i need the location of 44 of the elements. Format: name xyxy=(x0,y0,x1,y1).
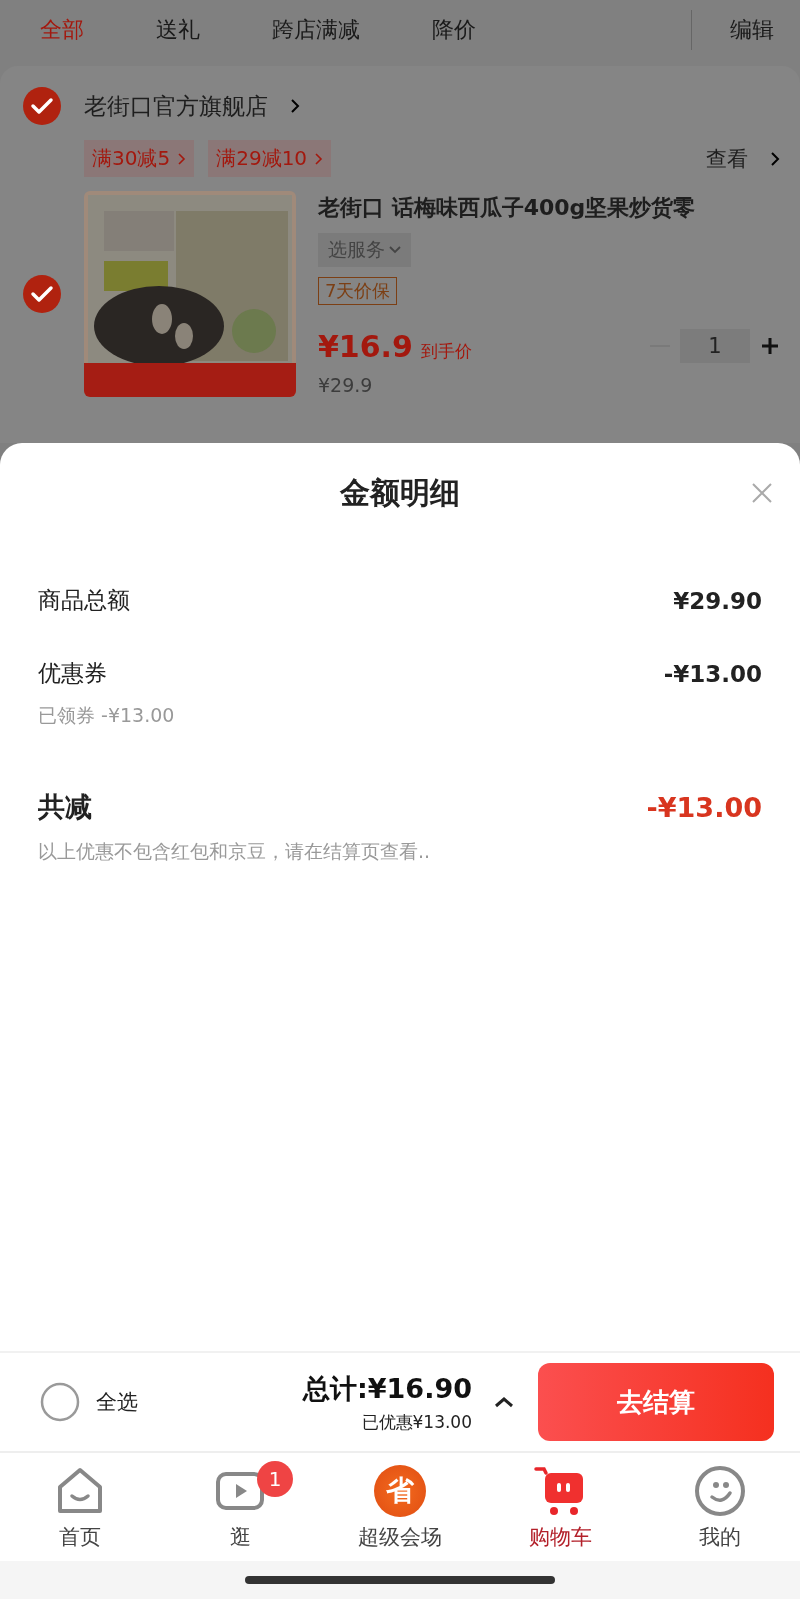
nav-tab[interactable]: 我的 xyxy=(640,1453,800,1561)
select-all-checkbox[interactable]: 全选 xyxy=(40,1382,138,1422)
amount-value: -¥13.00 xyxy=(646,791,762,823)
edit-button[interactable]: 编辑 xyxy=(691,10,800,50)
price-note: 到手价 xyxy=(420,339,472,363)
expand-button[interactable] xyxy=(494,1396,514,1408)
video-play-icon xyxy=(215,1470,265,1512)
discount-text: 已优惠¥13.00 xyxy=(361,1410,472,1434)
nav-tab[interactable]: 1 逛 xyxy=(160,1453,320,1561)
amount-label: 优惠券 xyxy=(38,659,107,688)
chevron-up-icon xyxy=(494,1396,514,1408)
close-icon xyxy=(750,481,774,505)
smiley-icon xyxy=(694,1465,746,1517)
promo-icon: 省 xyxy=(374,1465,426,1517)
store-name[interactable]: 老街口官方旗舰店 xyxy=(84,90,268,122)
amount-label: 商品总额 xyxy=(38,586,130,615)
total-price: 总计:¥16.90 xyxy=(303,1371,472,1406)
sheet-title: 金额明细 xyxy=(340,473,460,512)
filter-tab[interactable]: 降价 xyxy=(432,15,476,45)
shopping-cart-icon xyxy=(534,1465,586,1517)
amount-label: 共减 xyxy=(38,790,92,824)
chevron-down-icon xyxy=(389,245,401,254)
view-link[interactable]: 查看 xyxy=(706,144,748,173)
checkout-button[interactable]: 去结算 xyxy=(538,1363,774,1441)
amount-value: -¥13.00 xyxy=(663,660,762,687)
chevron-right-icon xyxy=(178,152,187,165)
nav-tab[interactable]: 购物车 xyxy=(480,1453,640,1561)
chevron-right-icon xyxy=(315,152,324,165)
chevron-right-icon xyxy=(770,150,780,167)
filter-tab[interactable]: 送礼 xyxy=(156,15,200,45)
note-text: 已领券 -¥13.00 xyxy=(38,703,176,728)
filter-tab[interactable]: 跨店满减 xyxy=(272,15,360,45)
original-price: ¥29.9 xyxy=(318,373,374,396)
price-protection-tag: 7天价保 xyxy=(318,276,398,305)
quantity-field[interactable]: 1 xyxy=(680,329,750,363)
amount-value: ¥29.90 xyxy=(673,587,762,614)
product-title: 老街口 话梅味西瓜子400g坚果炒货零 xyxy=(318,193,697,222)
nav-tab[interactable]: 首页 xyxy=(0,1453,160,1561)
plus-icon xyxy=(760,336,780,356)
notification-badge: 1 xyxy=(257,1461,293,1497)
nav-tab[interactable]: 省 超级会场 xyxy=(320,1453,480,1561)
price: ¥16.9 xyxy=(318,328,413,364)
chevron-right-icon xyxy=(290,98,300,114)
note-text: 以上优惠不包含红包和京豆，请在结算页查看.. xyxy=(38,839,432,864)
